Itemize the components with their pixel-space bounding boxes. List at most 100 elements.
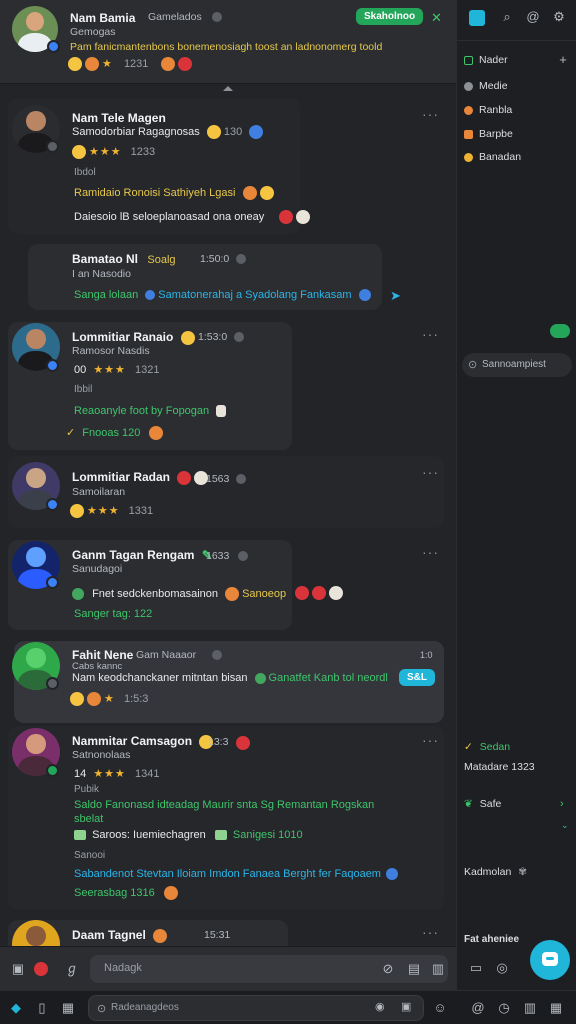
status-row: ✓ Sedan [464, 741, 510, 753]
message-tag[interactable]: Sanigesi 1010 [233, 829, 303, 841]
more-options-icon[interactable]: ··· [422, 106, 439, 122]
sidebar-search[interactable]: ⊙ Sannoampiest [462, 353, 572, 377]
check-icon: ✓ [464, 741, 473, 753]
more-options-icon[interactable]: ··· [422, 464, 439, 480]
message-badge[interactable]: S&L [399, 669, 435, 686]
close-icon[interactable]: ✕ [431, 10, 442, 26]
author-name[interactable]: Bamatao Nl Soalg [72, 252, 176, 266]
search-icon[interactable]: ⌕ [499, 9, 515, 25]
mention-icon[interactable]: @ [525, 9, 541, 25]
home-icon[interactable]: ◆ [8, 1000, 24, 1016]
emoji-reaction-icon[interactable] [178, 57, 193, 72]
rating-row: ★★★ 1233 [72, 145, 155, 160]
author-name[interactable]: Nammitar Camsagon [72, 734, 216, 749]
emoji-icon [259, 186, 274, 200]
link-icon [254, 672, 266, 684]
more-options-icon[interactable]: ··· [422, 544, 439, 560]
verified-icon [47, 40, 60, 53]
emoji-picker-icon[interactable] [34, 962, 48, 976]
link-icon[interactable]: ⊘ [380, 961, 396, 977]
bottom-search-input[interactable]: ⊙ Radeanagdeos ◉ ▣ [88, 995, 424, 1021]
new-chat-button[interactable] [530, 940, 570, 980]
search-icon: ⊙ [468, 359, 478, 371]
verified-icon [46, 140, 59, 153]
emoji-reaction-icon[interactable] [329, 586, 343, 600]
more-options-icon[interactable]: ··· [422, 732, 439, 748]
author-name[interactable]: Nam Tele Magen [72, 111, 166, 125]
sidebar-search-placeholder: Sannoampiest [482, 359, 546, 370]
reaction-row[interactable] [295, 586, 346, 600]
emoji-reaction-icon[interactable] [85, 57, 99, 72]
emoji-icon [180, 330, 195, 345]
mention-icon[interactable]: @ [470, 1000, 486, 1016]
emoji-icon [206, 125, 221, 139]
chat-bubble-icon[interactable] [550, 324, 570, 338]
paw-icon: ✾ [518, 866, 528, 878]
add-icon[interactable]: + [555, 52, 571, 68]
timestamp: 1:50:0 [200, 253, 230, 265]
emoji-reaction-icon[interactable] [312, 586, 326, 600]
author-name[interactable]: Daam Tagnel [72, 928, 170, 943]
message-link[interactable]: Samatonerahaj a Syadolang Fankasam [158, 289, 351, 301]
channel-icon [464, 152, 473, 162]
info-icon [236, 254, 246, 264]
emoji-icon [163, 886, 178, 900]
emoji-icon [216, 405, 227, 418]
message-tag[interactable]: Sanoeop [242, 588, 286, 600]
message-link[interactable]: Sabandenot Stevtan Iloiam Imdon Fanaea B… [74, 868, 381, 880]
image-icon[interactable]: ▤ [406, 961, 422, 977]
pinned-reactions[interactable]: ★ 1231 [68, 57, 195, 72]
channel-icon [464, 55, 473, 65]
grid-icon[interactable]: ▦ [548, 1000, 564, 1016]
calendar-icon[interactable]: ▦ [60, 1000, 76, 1016]
message-label: Ibbil [74, 384, 93, 395]
shield-icon[interactable]: ◎ [494, 960, 510, 976]
image-icon[interactable]: ▣ [401, 1000, 411, 1013]
pinned-author-name[interactable]: Nam Bamia [70, 11, 135, 25]
sidebar-item[interactable]: Banadan [464, 151, 521, 163]
sidebar-item[interactable]: Barpbe [464, 128, 513, 140]
more-options-icon[interactable]: ··· [422, 924, 439, 940]
attachment-icon[interactable]: ▥ [430, 961, 446, 977]
emoji-reaction-icon[interactable] [161, 57, 176, 72]
author-name[interactable]: Lommitiar Radan [72, 470, 211, 485]
message-text: Nam keodchanckaner mitntan bisan [72, 672, 248, 684]
chat-icon [542, 952, 558, 966]
calendar-icon[interactable]: ▭ [468, 960, 484, 976]
emoji-reaction-icon[interactable] [295, 586, 309, 600]
author-name[interactable]: Lommitiar Ranaio [72, 330, 198, 345]
sidebar-item[interactable]: Nader [464, 54, 508, 66]
rating-row: ★ 1:5:3 [70, 692, 148, 707]
chevron-down-icon[interactable]: ⌄ [561, 820, 569, 831]
emoji-icon [358, 289, 371, 302]
collapse-caret-icon[interactable] [223, 86, 233, 91]
mic-icon[interactable]: ◉ [375, 1000, 385, 1013]
sidebar-item[interactable]: Ranbla [464, 104, 512, 116]
author-name[interactable]: Fahit Nene [72, 648, 133, 662]
message-text: Reaoanyle foot by Fopogan [74, 405, 210, 417]
emoji-icon [242, 186, 257, 200]
message-label: Ibdol [74, 167, 96, 178]
message-link[interactable]: Ganatfet Kanb tol neordl [269, 672, 388, 684]
camera-icon[interactable]: ▣ [10, 961, 26, 977]
info-icon [238, 551, 248, 561]
status-row[interactable]: ❦ Safe [464, 798, 501, 810]
pinned-message[interactable]: Nam Bamia Gamelados Gemogas Pam fanicman… [0, 0, 456, 84]
pinned-action-button[interactable]: Skaholnoo [356, 8, 424, 25]
author-name[interactable]: Ganm Tagan Rengam ✎ [72, 548, 212, 562]
chart-icon[interactable]: ▥ [522, 1000, 538, 1016]
emoji-reaction-icon[interactable] [279, 210, 294, 224]
emoji-reaction-icon[interactable] [296, 210, 311, 224]
chevron-right-icon[interactable]: › [560, 798, 564, 810]
settings-icon[interactable]: ⚙ [551, 9, 567, 25]
more-options-icon[interactable]: ··· [422, 326, 439, 342]
app-logo-icon[interactable] [469, 10, 485, 26]
emoji-reaction-icon[interactable] [68, 57, 82, 72]
document-icon[interactable]: ▯ [34, 1000, 50, 1016]
clock-icon[interactable]: ◷ [496, 1000, 512, 1016]
gif-icon[interactable]: ℊ [64, 961, 80, 977]
sidebar-item[interactable]: Medie [464, 80, 508, 92]
count: 1331 [128, 505, 154, 517]
emoji-icon[interactable]: ☺ [432, 1000, 448, 1016]
channel-icon [464, 105, 473, 115]
